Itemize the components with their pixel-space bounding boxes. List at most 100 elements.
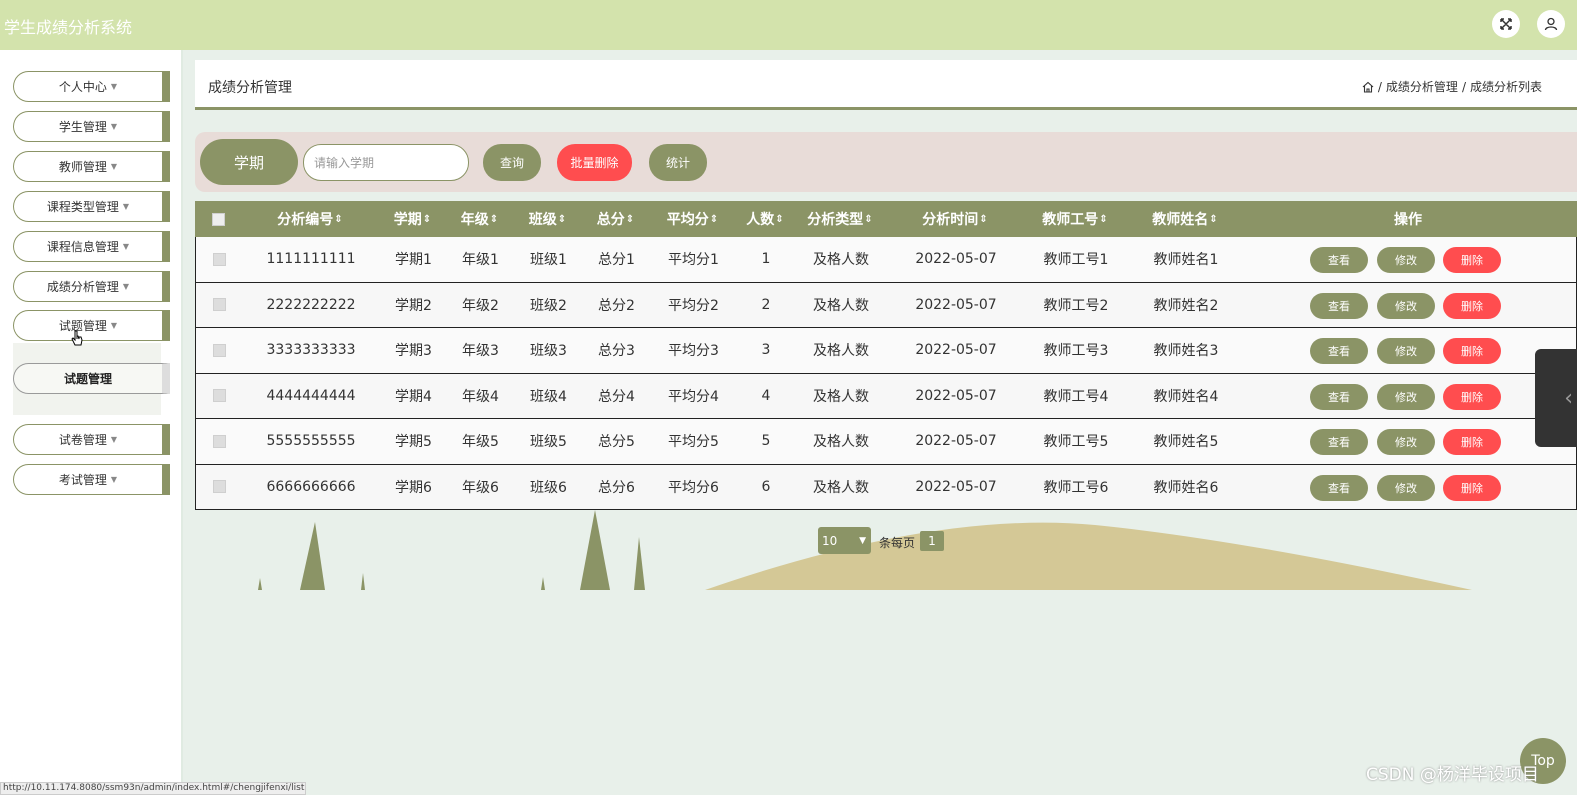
edit-button[interactable]: 修改 — [1377, 429, 1435, 455]
table-row: 3333333333 学期3 年级3 班级3 总分3 平均分3 3 及格人数 2022-05-0… — [195, 328, 1577, 374]
table-row: 4444444444 学期4 年级4 班级4 总分4 平均分4 4 及格人数 2022-05-0… — [195, 373, 1577, 419]
column-header[interactable]: 分析时间 ⇕ — [910, 201, 1000, 237]
breadcrumb-item[interactable]: 成绩分析管理 — [1386, 78, 1458, 95]
table-cell: 及格人数 — [813, 388, 869, 405]
sidebar-item-exam-management[interactable]: 考试管理 ▼ — [13, 464, 170, 495]
query-button[interactable]: 查询 — [483, 144, 541, 181]
column-header[interactable]: 学期 ⇕ — [385, 201, 440, 237]
column-header[interactable]: 人数 ⇕ — [740, 201, 790, 237]
top-bar: 学生成绩分析系统 — [0, 0, 1577, 50]
table-cell: 总分4 — [598, 388, 635, 405]
table-cell: 3 — [761, 342, 771, 359]
table-cell: 2022-05-07 — [915, 478, 997, 495]
table-cell: 及格人数 — [813, 343, 869, 360]
table-body: 1111111111 学期1 年级1 班级1 总分1 平均分1 1 及格人数 2022-05-0… — [195, 237, 1577, 510]
table-cell: 总分2 — [598, 297, 635, 314]
column-header[interactable]: 教师工号 ⇕ — [1035, 201, 1115, 237]
table-cell: 平均分6 — [668, 479, 719, 496]
table-cell: 1111111111 — [266, 251, 356, 268]
view-button[interactable]: 查看 — [1310, 247, 1368, 273]
view-button[interactable]: 查看 — [1310, 383, 1368, 410]
table-cell: 学期4 — [395, 388, 432, 405]
table-cell: 学期6 — [395, 479, 432, 496]
column-header[interactable]: 年级 ⇕ — [452, 201, 507, 237]
view-button[interactable]: 查看 — [1310, 292, 1368, 319]
batch-delete-button[interactable]: 批量删除 — [557, 144, 632, 181]
sidebar-item-teacher-management[interactable]: 教师管理 ▼ — [13, 151, 170, 182]
table-cell: 及格人数 — [813, 297, 869, 314]
breadcrumb-separator: / — [1377, 79, 1382, 94]
sidebar-item-exam-paper-management[interactable]: 试卷管理 ▼ — [13, 424, 170, 455]
view-button[interactable]: 查看 — [1310, 474, 1368, 501]
sort-icon: ⇕ — [1099, 213, 1108, 225]
column-header: 操作 — [1394, 212, 1422, 228]
column-header[interactable]: 分析类型 ⇕ — [800, 201, 880, 237]
semester-search-input[interactable] — [303, 144, 469, 181]
submenu-item-question-management[interactable]: 试题管理 — [13, 363, 170, 394]
table-cell: 4444444444 — [266, 387, 356, 404]
table-cell: 教师姓名3 — [1153, 343, 1219, 360]
caret-down-icon: ▼ — [110, 122, 118, 131]
delete-button[interactable]: 删除 — [1443, 292, 1501, 319]
row-checkbox[interactable] — [213, 283, 226, 328]
delete-button[interactable]: 删除 — [1443, 474, 1501, 501]
edit-button[interactable]: 修改 — [1377, 338, 1435, 364]
sort-icon: ⇕ — [489, 213, 499, 225]
view-button[interactable]: 查看 — [1310, 338, 1368, 364]
edit-button[interactable]: 修改 — [1377, 247, 1435, 273]
row-checkbox[interactable] — [213, 419, 226, 464]
edit-button[interactable]: 修改 — [1377, 474, 1435, 501]
caret-down-icon: ▼ — [122, 202, 130, 211]
home-icon[interactable] — [1362, 81, 1374, 93]
view-button[interactable]: 查看 — [1310, 429, 1368, 455]
caret-down-icon: ▼ — [110, 321, 118, 330]
sidebar-item-score-analysis-management[interactable]: 成绩分析管理 ▼ — [13, 271, 170, 302]
page-number-button[interactable]: 1 — [920, 531, 944, 551]
edit-button[interactable]: 修改 — [1377, 383, 1435, 410]
edit-button[interactable]: 修改 — [1377, 292, 1435, 319]
table-cell: 年级6 — [462, 479, 499, 496]
select-all-checkbox[interactable] — [212, 201, 225, 237]
page-header: 成绩分析管理 / 成绩分析管理 / 成绩分析列表 — [195, 60, 1577, 110]
sidebar-item-course-info-management[interactable]: 课程信息管理 ▼ — [13, 231, 170, 262]
sidebar-item-label: 学生管理 — [58, 120, 107, 134]
statistics-button[interactable]: 统计 — [649, 144, 707, 181]
column-header[interactable]: 分析编号 ⇕ — [270, 201, 350, 237]
column-header[interactable]: 平均分 ⇕ — [660, 201, 725, 237]
fullscreen-icon[interactable] — [1492, 10, 1520, 38]
column-header[interactable]: 班级 ⇕ — [520, 201, 575, 237]
row-checkbox[interactable] — [213, 374, 226, 419]
table-row: 1111111111 学期1 年级1 班级1 总分1 平均分1 1 及格人数 2022-05-0… — [195, 237, 1577, 283]
column-header[interactable]: 总分 ⇕ — [588, 201, 643, 237]
sidebar-item-student-management[interactable]: 学生管理 ▼ — [13, 111, 170, 142]
column-header[interactable]: 教师姓名 ⇕ — [1145, 201, 1225, 237]
row-checkbox[interactable] — [213, 237, 226, 282]
table-cell: 5 — [761, 433, 771, 450]
delete-button[interactable]: 删除 — [1443, 247, 1501, 273]
per-page-label: 条每页 — [879, 536, 916, 550]
sort-icon: ⇕ — [775, 213, 784, 225]
sort-icon: ⇕ — [557, 213, 567, 225]
sidebar-item-question-management[interactable]: 试题管理 ▼ — [13, 310, 170, 341]
score-analysis-table: 分析编号 ⇕ 学期 ⇕ 年级 ⇕ 班级 ⇕ 总分 ⇕ 平均分 ⇕ 人数 ⇕ 分析类型 ⇕ 分析时… — [195, 201, 1577, 510]
table-cell: 学期2 — [395, 297, 432, 314]
delete-button[interactable]: 删除 — [1443, 383, 1501, 410]
side-collapse-tab[interactable]: ‹ — [1535, 349, 1577, 447]
status-url: http://10.11.174.8080/ssm93n/admin/index… — [0, 782, 306, 795]
table-cell: 班级2 — [530, 297, 567, 314]
delete-button[interactable]: 删除 — [1443, 338, 1501, 364]
table-cell: 平均分3 — [668, 343, 719, 360]
table-cell: 教师姓名4 — [1153, 388, 1219, 405]
sidebar-item-label: 试卷管理 — [58, 433, 107, 447]
table-cell: 年级2 — [462, 297, 499, 314]
row-checkbox[interactable] — [213, 328, 226, 373]
page-size-select[interactable]: 10 ▼ — [818, 527, 871, 554]
delete-button[interactable]: 删除 — [1443, 429, 1501, 455]
row-checkbox[interactable] — [213, 465, 226, 510]
watermark: CSDN @杨洋毕设项目 — [1366, 765, 1539, 785]
sidebar-item-course-type-management[interactable]: 课程类型管理 ▼ — [13, 191, 170, 222]
table-cell: 及格人数 — [813, 252, 869, 269]
caret-down-icon: ▼ — [122, 282, 130, 291]
sidebar-item-personal-center[interactable]: 个人中心 ▼ — [13, 71, 170, 102]
user-icon[interactable] — [1537, 10, 1565, 38]
